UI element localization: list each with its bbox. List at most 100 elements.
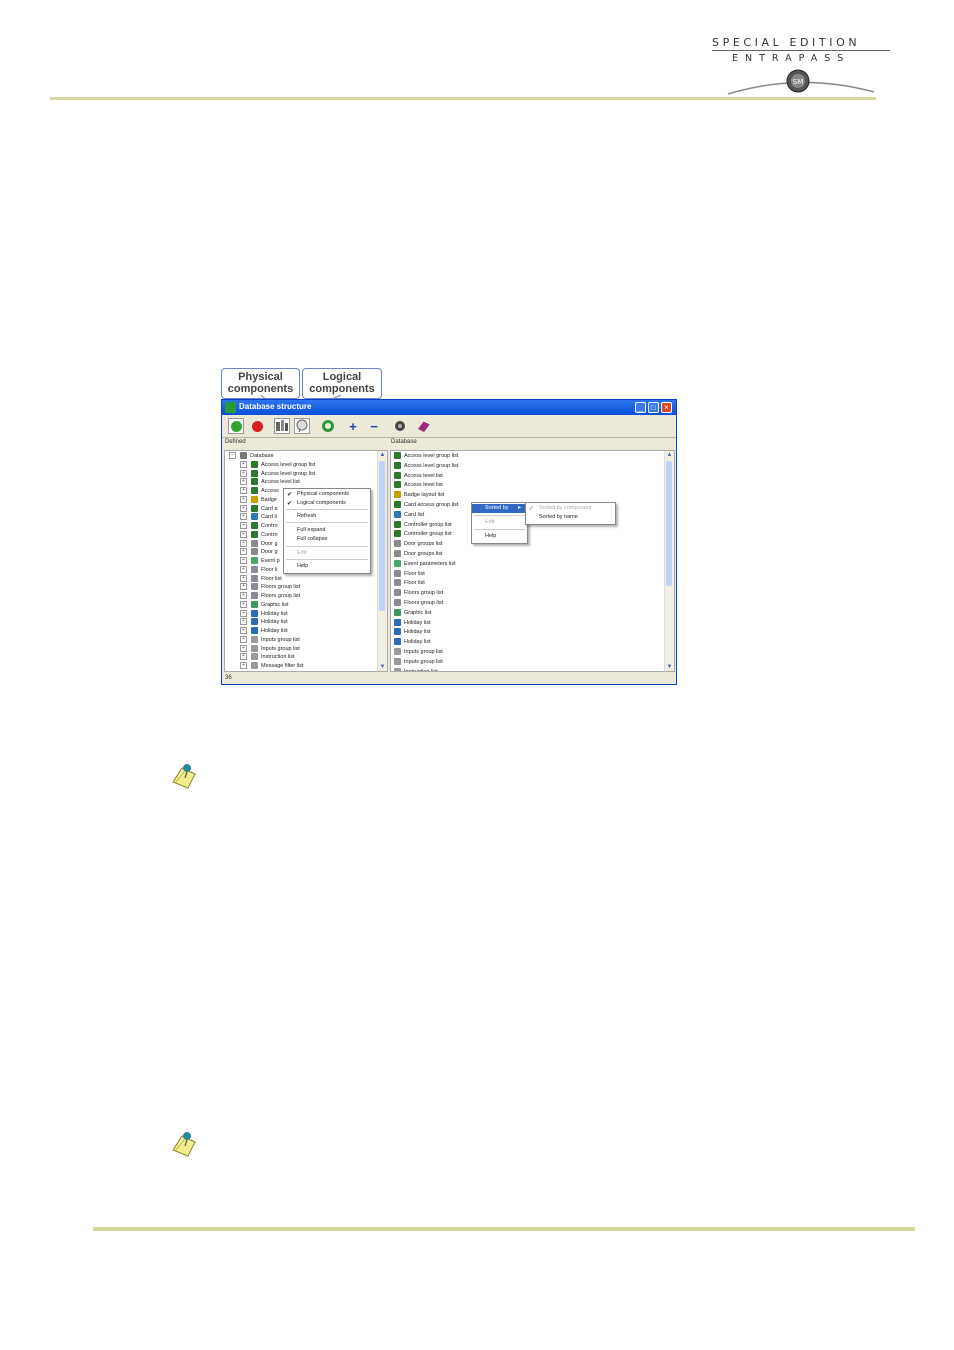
- tree-item[interactable]: + Floors group list: [240, 583, 300, 592]
- expand-icon[interactable]: +: [240, 469, 247, 477]
- list-item[interactable]: Controller group list: [394, 530, 452, 539]
- list-item[interactable]: Floors group list: [394, 589, 443, 598]
- expand-icon[interactable]: +: [240, 513, 247, 521]
- list-item[interactable]: Holiday list: [394, 638, 431, 647]
- tree-item[interactable]: + Access level group list: [240, 460, 315, 470]
- physical-components-button[interactable]: [274, 418, 290, 434]
- expand-icon[interactable]: +: [240, 609, 247, 617]
- tree-item[interactable]: + Inputs group list: [240, 644, 300, 654]
- tree-item[interactable]: − Database: [229, 452, 274, 461]
- right-scroll-thumb[interactable]: [666, 461, 672, 586]
- tree-item[interactable]: + Card a: [240, 504, 278, 514]
- tree-item[interactable]: + Contro: [240, 522, 278, 531]
- list-item[interactable]: Holiday list: [394, 628, 431, 637]
- expand-icon[interactable]: +: [240, 539, 247, 547]
- expand-icon[interactable]: +: [240, 627, 247, 635]
- tree-item[interactable]: + Holiday list: [240, 609, 288, 619]
- tree-item[interactable]: + Inputs group list: [240, 635, 300, 645]
- logical-components-button[interactable]: [294, 418, 310, 434]
- maximize-button[interactable]: □: [648, 402, 659, 413]
- list-item[interactable]: Inputs group list: [394, 648, 443, 657]
- list-item[interactable]: Event parameters list: [394, 559, 456, 569]
- menu-item-edit[interactable]: Edit: [284, 549, 370, 558]
- expand-icon[interactable]: +: [240, 644, 247, 652]
- minimize-button[interactable]: _: [635, 402, 646, 413]
- menu-item-help[interactable]: Help: [472, 532, 527, 541]
- tree-item[interactable]: + Badge: [240, 495, 277, 505]
- list-item[interactable]: Floor list: [394, 569, 425, 579]
- expand-icon[interactable]: +: [240, 662, 247, 670]
- scroll-up-icon[interactable]: ▲: [378, 451, 387, 459]
- menu-item-sorted-by-component[interactable]: Sorted by component: [526, 504, 615, 513]
- help-book-button[interactable]: [416, 418, 432, 434]
- collapse-button[interactable]: −: [366, 418, 382, 434]
- tree-item[interactable]: + Access: [240, 487, 279, 496]
- list-item[interactable]: Holiday list: [394, 618, 431, 628]
- expand-icon[interactable]: +: [240, 574, 247, 582]
- tree-item[interactable]: + Card li: [240, 513, 277, 522]
- scroll-down-icon[interactable]: ▼: [665, 663, 674, 671]
- list-item[interactable]: Access level group list: [394, 452, 458, 461]
- red-dot-button[interactable]: [249, 418, 265, 434]
- menu-item-sorted-by-name[interactable]: Sorted by name: [526, 513, 615, 522]
- tree-item[interactable]: + Access level group list: [240, 469, 315, 479]
- tree-item[interactable]: + Holiday list: [240, 627, 288, 636]
- expand-icon[interactable]: +: [240, 548, 247, 556]
- tree-item[interactable]: + Floor list: [240, 574, 282, 584]
- expand-icon[interactable]: +: [240, 557, 247, 565]
- refresh-button[interactable]: [320, 418, 336, 434]
- menu-item-refresh[interactable]: Refresh: [284, 512, 370, 521]
- tree-item[interactable]: + Door g: [240, 548, 278, 557]
- expand-icon[interactable]: +: [240, 635, 247, 643]
- close-button[interactable]: ×: [661, 402, 672, 413]
- menu-item-full-expand[interactable]: Full expand: [284, 526, 370, 535]
- list-item[interactable]: Card access group list: [394, 501, 458, 510]
- tree-item[interactable]: + Floors group list: [240, 592, 300, 601]
- expand-icon[interactable]: +: [240, 583, 247, 591]
- tree-item[interactable]: + Holiday list: [240, 618, 288, 627]
- menu-item-help[interactable]: Help: [284, 562, 370, 571]
- left-scrollbar[interactable]: ▲ ▼: [377, 451, 387, 671]
- tree-item[interactable]: + Floor li: [240, 565, 278, 575]
- expand-icon[interactable]: +: [240, 487, 247, 495]
- expand-icon[interactable]: +: [240, 600, 247, 608]
- expand-icon[interactable]: +: [240, 522, 247, 530]
- camera-button[interactable]: [392, 418, 408, 434]
- list-item[interactable]: Door groups list: [394, 540, 443, 549]
- menu-item-physical-components[interactable]: Physical components: [284, 490, 370, 499]
- list-item[interactable]: Access level list: [394, 481, 443, 490]
- expand-button[interactable]: +: [345, 418, 361, 434]
- expand-icon[interactable]: +: [240, 504, 247, 512]
- list-item[interactable]: Instruction list: [394, 667, 438, 671]
- expand-icon[interactable]: +: [240, 530, 247, 538]
- scroll-up-icon[interactable]: ▲: [665, 451, 674, 459]
- expand-icon[interactable]: +: [240, 618, 247, 626]
- right-scrollbar[interactable]: ▲ ▼: [664, 451, 674, 671]
- tree-item[interactable]: + Instruction list: [240, 653, 295, 662]
- expand-icon[interactable]: +: [240, 460, 247, 468]
- scroll-down-icon[interactable]: ▼: [378, 663, 387, 671]
- list-item[interactable]: Door groups list: [394, 550, 443, 559]
- expand-icon[interactable]: +: [240, 653, 247, 661]
- left-scroll-thumb[interactable]: [379, 461, 385, 611]
- tree-item[interactable]: + Event p: [240, 557, 280, 566]
- list-item[interactable]: Inputs group list: [394, 657, 443, 667]
- list-item[interactable]: Access level list: [394, 471, 443, 481]
- tree-item[interactable]: + Message filter list: [240, 662, 304, 671]
- menu-item-edit[interactable]: Edit: [472, 518, 527, 527]
- list-item[interactable]: Card list: [394, 510, 424, 520]
- expand-icon[interactable]: +: [240, 495, 247, 503]
- tree-item[interactable]: + Graphic list: [240, 600, 289, 610]
- menu-item-logical-components[interactable]: Logical components: [284, 499, 370, 508]
- window-titlebar[interactable]: Database structure _ □ ×: [222, 400, 676, 415]
- tree-item[interactable]: + Door g: [240, 539, 278, 549]
- list-item[interactable]: Floor list: [394, 579, 425, 588]
- green-dot-button[interactable]: [228, 418, 244, 434]
- expand-icon[interactable]: +: [240, 478, 247, 486]
- tree-item[interactable]: + Contro: [240, 530, 278, 540]
- menu-item-full-collapse[interactable]: Full collapse: [284, 535, 370, 544]
- list-item[interactable]: Badge layout list: [394, 491, 444, 500]
- list-item[interactable]: Graphic list: [394, 608, 432, 618]
- collapse-icon[interactable]: −: [229, 452, 236, 460]
- list-item[interactable]: Controller group list: [394, 520, 452, 530]
